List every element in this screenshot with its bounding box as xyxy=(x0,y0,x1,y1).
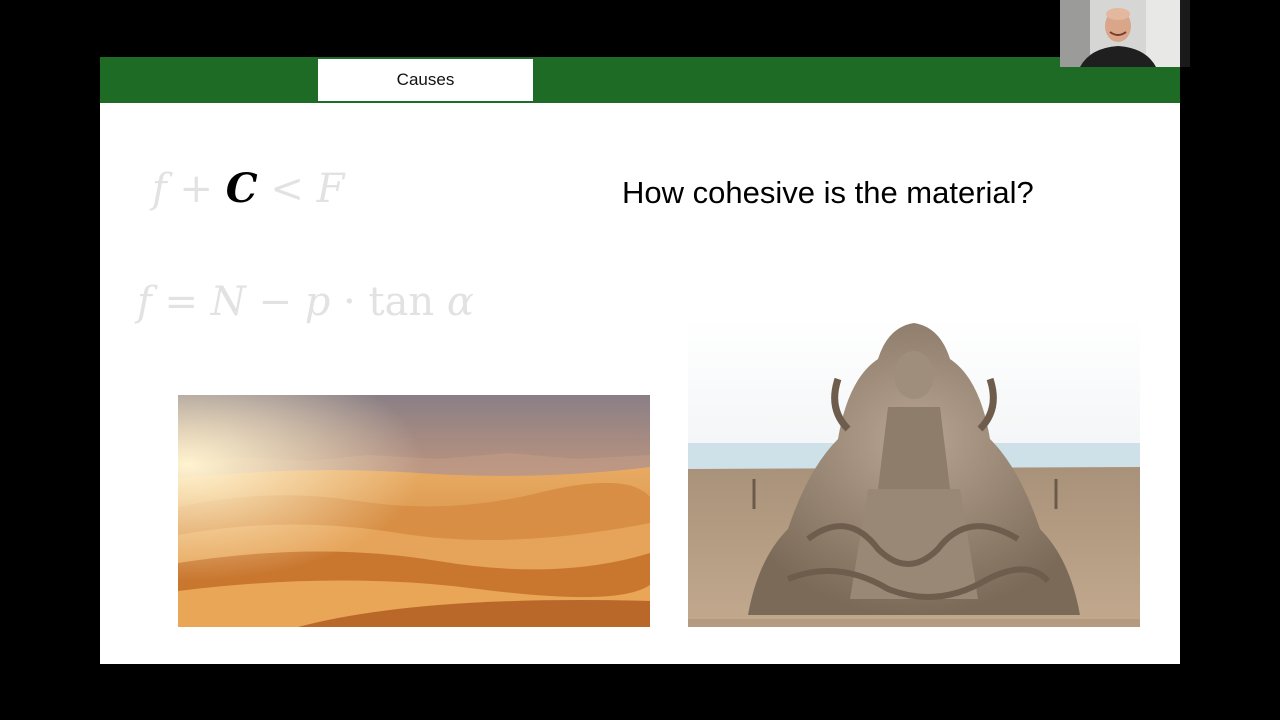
friction-formula: f = N − p · tan α xyxy=(137,279,474,325)
formula-alpha: α xyxy=(446,279,474,325)
formula-p: p xyxy=(304,279,331,325)
formula-minus: − xyxy=(258,279,292,325)
desert-dunes-photo xyxy=(178,395,650,627)
section-tab-causes: Causes xyxy=(318,59,533,101)
formula-equals: = xyxy=(164,279,199,325)
webcam-frame-edge xyxy=(1180,0,1190,67)
formula-N: N xyxy=(210,279,246,325)
slide: Causes f + C < F f = N − p · tan α How c… xyxy=(100,57,1180,664)
formula-less-than: < xyxy=(270,166,304,212)
cohesion-inequality-formula: f + C < F xyxy=(152,165,344,212)
slide-question: How cohesive is the material? xyxy=(622,175,1034,210)
formula-tan: tan xyxy=(368,279,435,325)
header-bar: Causes xyxy=(100,57,1180,103)
formula-F: F xyxy=(316,166,345,212)
formula-f: f xyxy=(152,166,167,212)
formula-cohesion-term: C xyxy=(225,165,258,212)
presenter-webcam xyxy=(1060,0,1180,67)
sand-sculpture-photo xyxy=(688,319,1140,627)
formula-f: f xyxy=(137,279,152,325)
formula-plus: + xyxy=(179,166,214,212)
formula-dot: · xyxy=(343,279,356,325)
